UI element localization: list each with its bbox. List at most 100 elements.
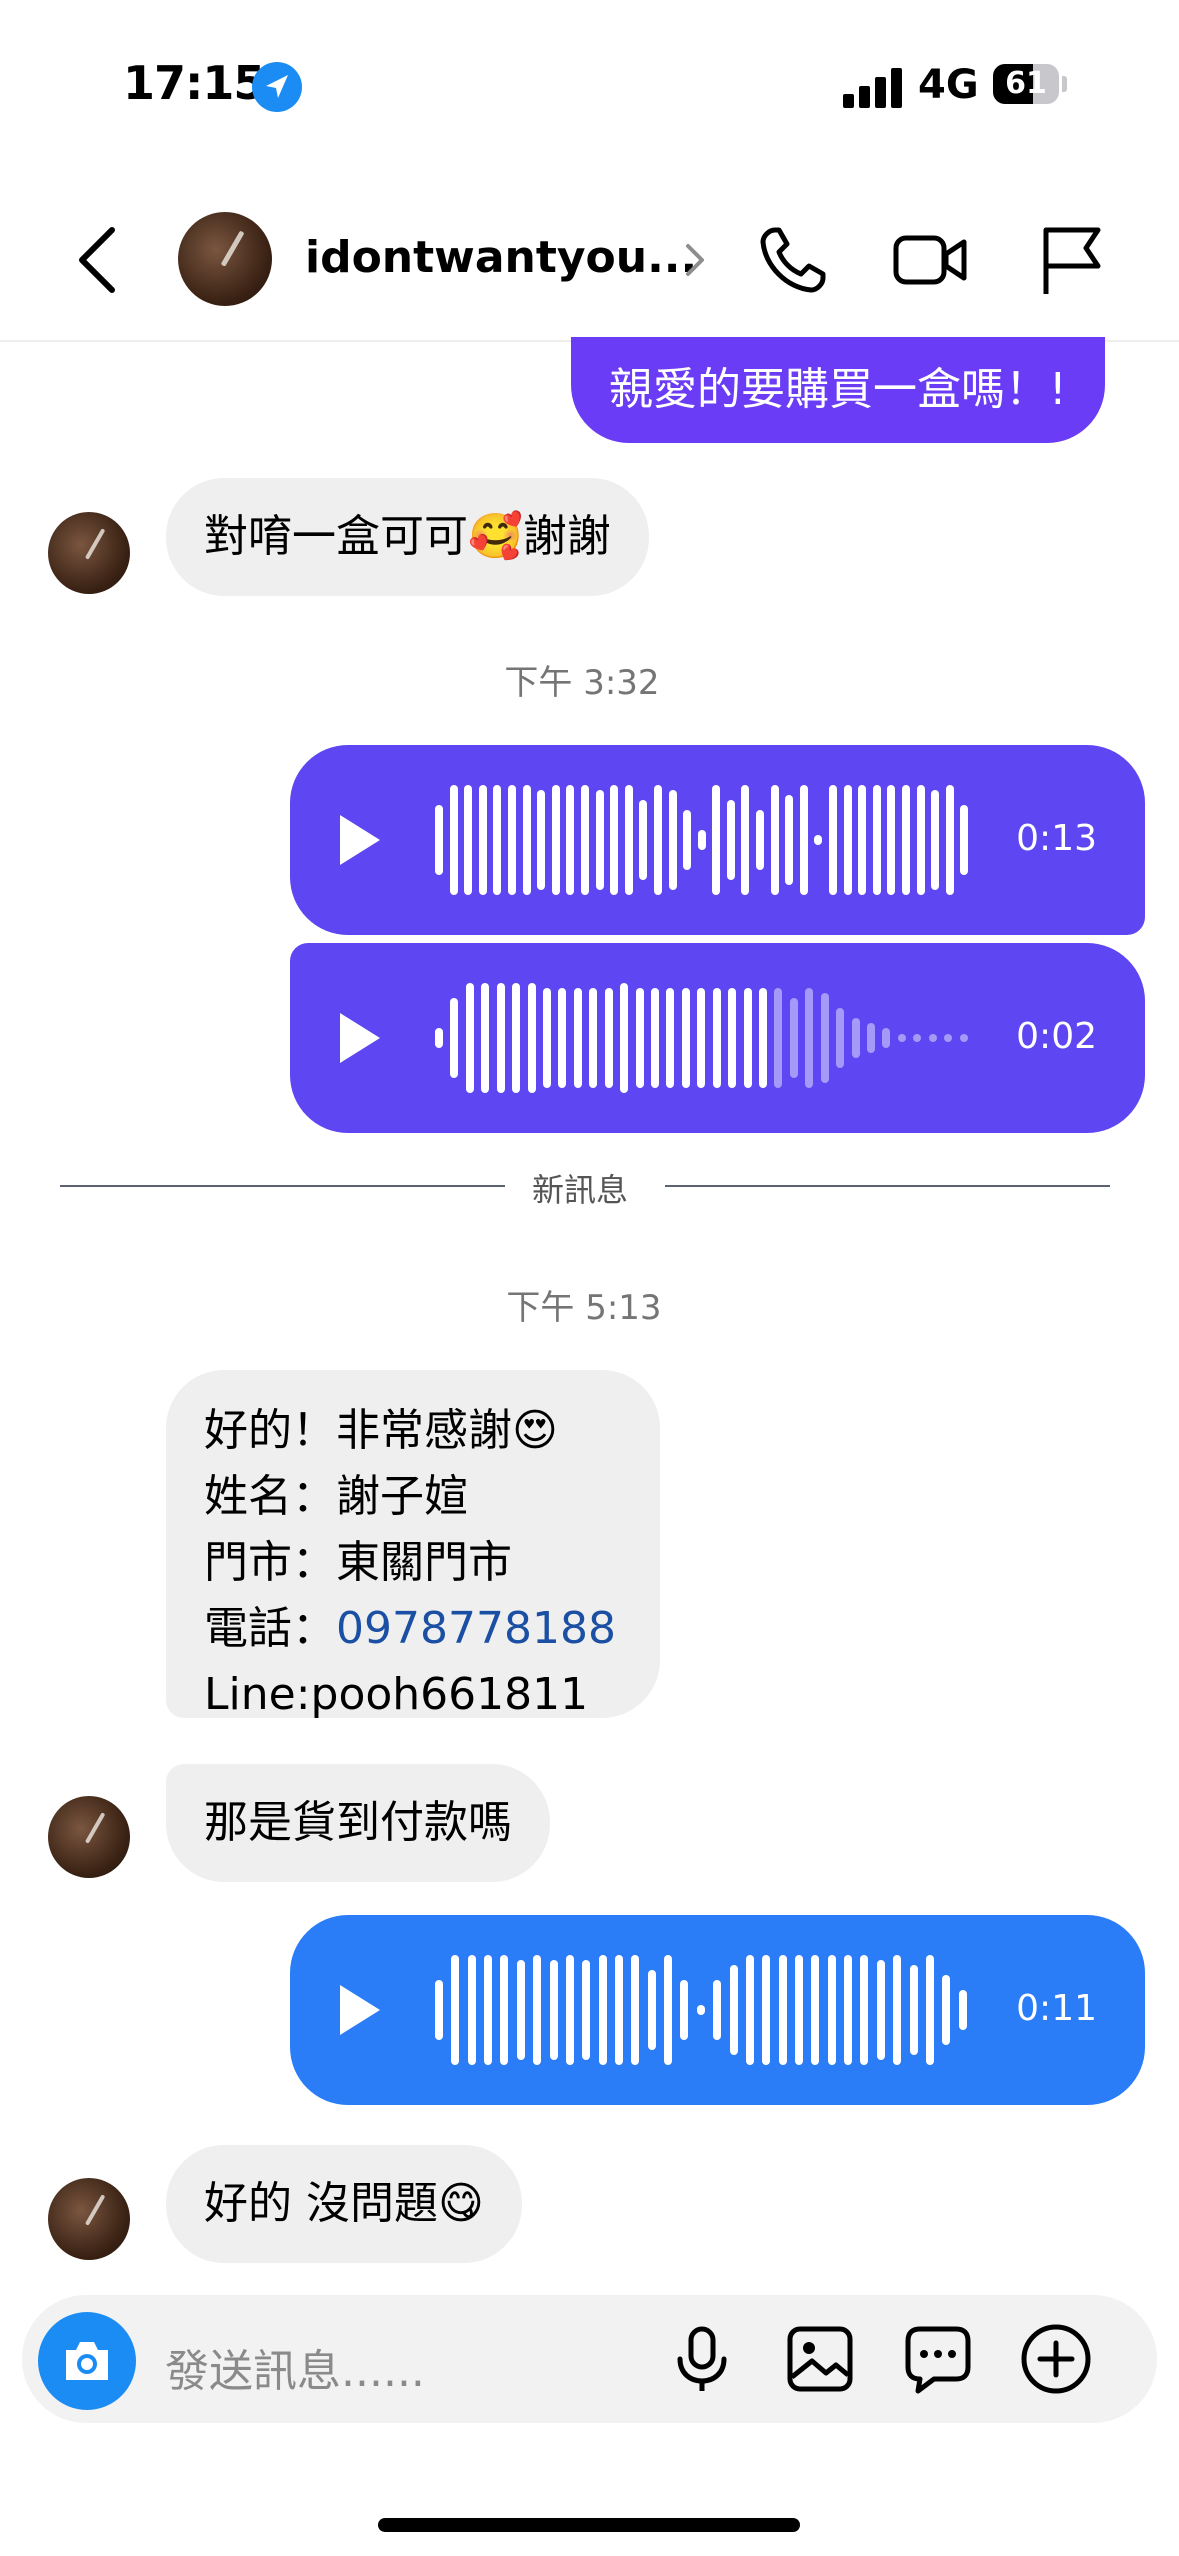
timestamp: 下午 3:32 <box>504 663 660 703</box>
waveform-bar <box>770 785 779 895</box>
add-icon[interactable] <box>1018 2321 1094 2397</box>
waveform-bar <box>829 785 838 895</box>
waveform-bar <box>478 785 487 895</box>
voice-message[interactable]: 0:13 <box>290 745 1145 935</box>
incoming-message[interactable]: 那是貨到付款嗎 <box>166 1764 550 1882</box>
waveform-bar <box>942 1975 951 2045</box>
waveform-bar <box>887 785 896 895</box>
waveform-bar <box>435 1980 443 2040</box>
message-line: 門市：東關門市 <box>204 1537 512 1588</box>
waveform-bar <box>916 785 925 895</box>
message-input[interactable]: 發送訊息...... <box>165 2335 425 2399</box>
waveform-bar <box>496 983 505 1093</box>
waveform-bar <box>573 988 582 1088</box>
camera-icon[interactable] <box>38 2312 136 2410</box>
contact-avatar[interactable] <box>178 212 272 306</box>
play-icon[interactable] <box>340 1013 380 1063</box>
voice-duration: 0:02 <box>1016 1016 1097 1057</box>
contact-username[interactable]: idontwantyou... <box>305 232 697 283</box>
waveform-bar <box>551 785 560 895</box>
waveform-bar <box>762 1955 771 2065</box>
waveform-bar <box>615 1955 623 2065</box>
play-icon[interactable] <box>340 1985 380 2035</box>
waveform-bar <box>712 785 721 895</box>
waveform-bar <box>759 988 767 1088</box>
waveform-bar <box>683 810 692 870</box>
phone-icon[interactable] <box>753 220 833 300</box>
voice-waveform[interactable] <box>435 1915 985 2105</box>
chevron-right-icon[interactable] <box>680 238 710 282</box>
waveform-bar <box>481 983 490 1093</box>
outgoing-message[interactable]: 親愛的要購買一盒嗎！! <box>571 337 1105 443</box>
waveform-bar <box>500 1955 509 2065</box>
waveform-bar <box>697 988 706 1088</box>
waveform-bar <box>713 1980 722 2040</box>
waveform-bar <box>827 1955 836 2065</box>
waveform-bar <box>507 785 516 895</box>
waveform-bar <box>931 790 940 890</box>
battery-tip <box>1062 76 1067 92</box>
waveform-bar <box>712 988 721 1088</box>
waveform-bar <box>743 988 752 1088</box>
cellular-signal-icon <box>843 66 905 108</box>
incoming-message[interactable]: 好的 沒問題😋 <box>166 2145 522 2263</box>
waveform-bar <box>465 983 474 1093</box>
image-icon[interactable] <box>782 2321 858 2397</box>
waveform-bar <box>882 1028 891 1048</box>
waveform-bar <box>774 988 783 1088</box>
waveform-bar <box>820 993 829 1083</box>
waveform-bar <box>566 785 575 895</box>
waveform-bar <box>647 1970 656 2050</box>
waveform-bar <box>958 1990 967 2030</box>
waveform-bar <box>624 785 633 895</box>
waveform-bar <box>726 800 735 880</box>
voice-message[interactable]: 0:02 <box>290 943 1145 1133</box>
sender-avatar[interactable] <box>48 2178 130 2260</box>
waveform-bar <box>680 1980 689 2040</box>
waveform-bar <box>867 1023 875 1053</box>
back-chevron-icon[interactable] <box>70 222 126 298</box>
waveform-bar <box>549 1960 558 2060</box>
waveform-bar <box>785 795 794 885</box>
microphone-icon[interactable] <box>664 2321 740 2397</box>
waveform-bar <box>728 988 737 1088</box>
video-camera-icon[interactable] <box>890 220 970 300</box>
voice-message[interactable]: 0:11 <box>290 1915 1145 2105</box>
waveform-bar <box>799 785 808 895</box>
waveform-bar <box>653 785 662 895</box>
voice-waveform[interactable] <box>435 943 985 1133</box>
waveform-bar <box>449 785 458 895</box>
play-icon[interactable] <box>340 815 380 865</box>
waveform-bar <box>897 1034 906 1042</box>
waveform-bar <box>872 785 881 895</box>
message-line: Line:pooh661811 <box>204 1669 589 1720</box>
sticker-chat-icon[interactable] <box>900 2321 976 2397</box>
voice-duration: 0:13 <box>1016 818 1097 859</box>
waveform-bar <box>876 1960 885 2060</box>
waveform-bar <box>843 785 852 895</box>
voice-duration: 0:11 <box>1016 1988 1097 2029</box>
waveform-bar <box>565 1955 574 2065</box>
waveform-bar <box>620 983 629 1093</box>
phone-label: 電話： <box>204 1603 336 1654</box>
sender-avatar[interactable] <box>48 1796 130 1878</box>
home-indicator <box>378 2518 800 2532</box>
new-messages-line <box>665 1185 1110 1187</box>
message-line: 電話：0978778188 <box>204 1596 622 1662</box>
waveform-bar <box>598 1955 607 2065</box>
waveform-bar <box>467 1955 476 2065</box>
new-messages-label: 新訊息 <box>532 1171 629 1209</box>
waveform-bar <box>805 988 814 1088</box>
new-messages-line <box>60 1185 505 1187</box>
waveform-bar <box>778 1955 787 2065</box>
incoming-message[interactable]: 對唷一盒可可🥰謝謝 <box>166 478 649 596</box>
sender-avatar[interactable] <box>48 512 130 594</box>
waveform-bar <box>844 1955 853 2065</box>
waveform-bar <box>814 835 823 845</box>
phone-number-link[interactable]: 0978778188 <box>336 1603 616 1654</box>
message-line: 姓名：謝子媗 <box>204 1471 468 1522</box>
incoming-message-multiline[interactable]: 好的！非常感謝😍 姓名：謝子媗 門市：東關門市 電話：0978778188 Li… <box>166 1370 660 1720</box>
waveform-bar <box>756 810 765 870</box>
voice-waveform[interactable] <box>435 745 985 935</box>
flag-icon[interactable] <box>1032 220 1112 300</box>
